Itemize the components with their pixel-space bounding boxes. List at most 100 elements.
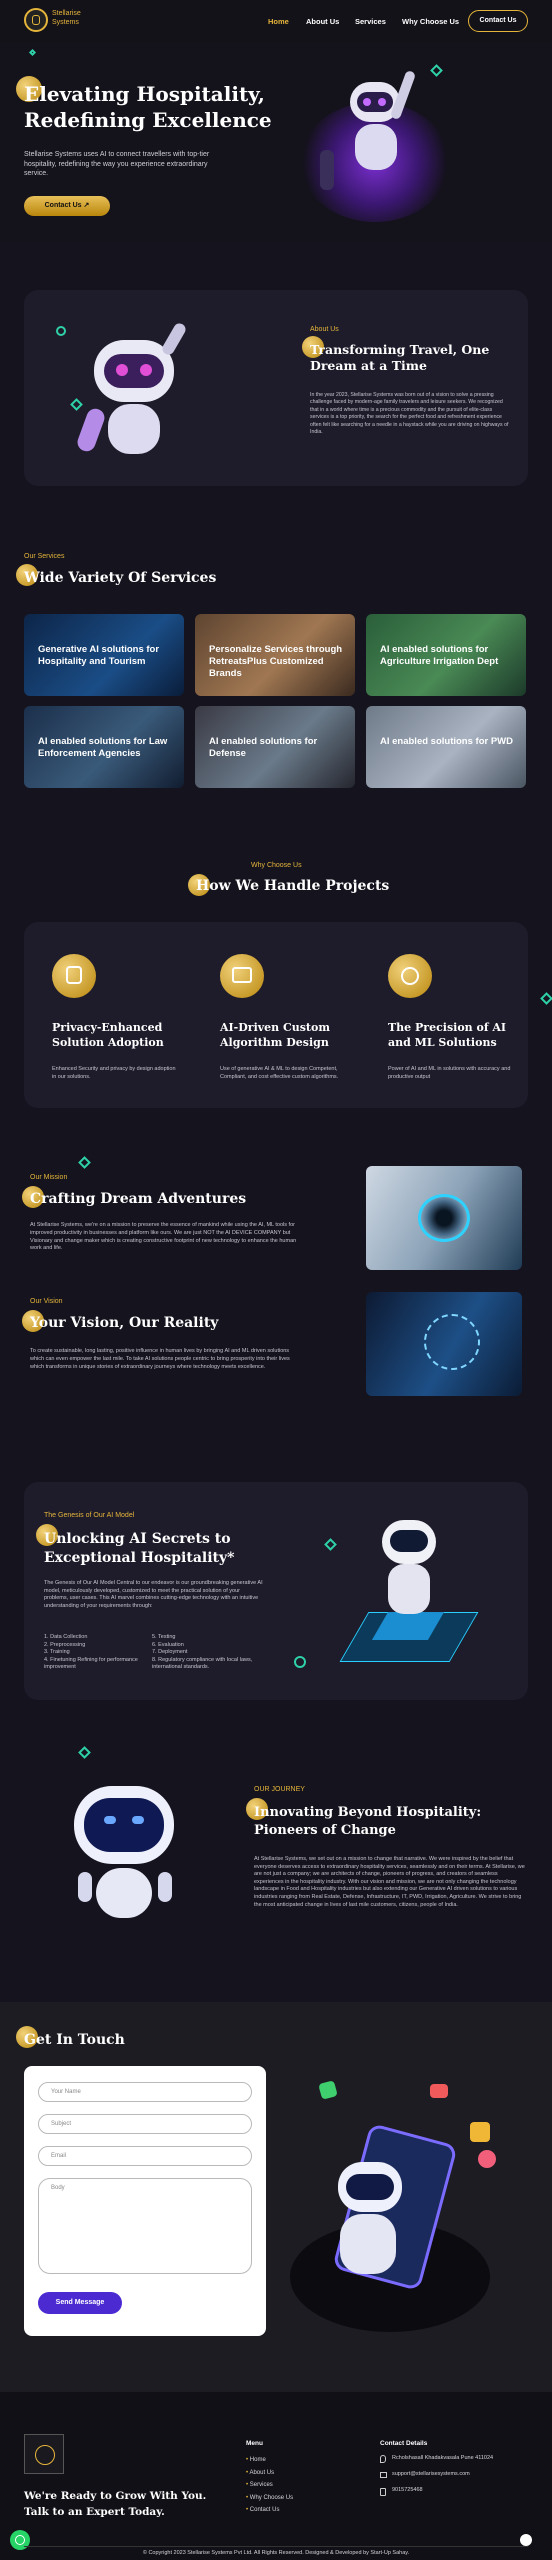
contact-section: Get In Touch Your Name Subject Email Bod… — [0, 2002, 552, 2392]
service-label: AI enabled solutions for PWD — [380, 736, 514, 747]
decor-ring — [294, 1656, 306, 1668]
name-field[interactable]: Your Name — [38, 2082, 252, 2102]
list-item: 8. Regulatory compliance with local laws… — [152, 1656, 253, 1671]
whatsapp-icon[interactable] — [10, 2530, 30, 2550]
contact-form: Your Name Subject Email Body Send Messag… — [24, 2066, 266, 2336]
service-card-retreatsplus[interactable]: Personalize Services through RetreatsPlu… — [195, 614, 355, 696]
nav-home[interactable]: Home — [268, 17, 289, 26]
vision-text: To create sustainable, long lasting, pos… — [30, 1348, 290, 1370]
about-section: About Us Transforming Travel, One Dream … — [24, 290, 528, 486]
genesis-robot-chip-illustration — [324, 1502, 494, 1682]
brand-line2: Systems — [52, 19, 79, 26]
genesis-eyebrow: The Genesis of Our AI Model — [44, 1512, 135, 1519]
footer-menu-label: About Us — [249, 2469, 275, 2476]
about-text: In the year 2023, Stellarise Systems was… — [310, 392, 509, 436]
vision-eyebrow: Our Vision — [30, 1298, 63, 1305]
service-card-hospitality[interactable]: Generative AI solutions for Hospitality … — [24, 614, 184, 696]
subject-field[interactable]: Subject — [38, 2114, 252, 2134]
footer-menu: • Home • About Us • Services • Why Choos… — [246, 2454, 293, 2517]
genesis-list-right: 5. Testing 6. Evaluation 7. Deployment 8… — [152, 1634, 264, 1672]
why-eyebrow: Why Choose Us — [251, 862, 302, 869]
why-card-text: Use of generative AI & ML to design Comp… — [220, 1066, 339, 1080]
why-card-title: Privacy-Enhanced Solution Adoption — [52, 1021, 164, 1049]
footer-copyright: © Copyright 2023 Stellarise Systems Pvt … — [142, 2550, 410, 2556]
nav-about[interactable]: About Us — [306, 17, 339, 26]
journey-robot-illustration — [70, 1772, 180, 1932]
footer-details-title: Contact Details — [380, 2440, 428, 2447]
genesis-text: The Genesis of Our AI Model Central to o… — [44, 1580, 263, 1609]
footer-email[interactable]: support@stellarisesystems.com — [392, 2471, 470, 2477]
journey-title: Innovating Beyond Hospitality: Pioneers … — [254, 1805, 482, 1838]
footer-phone[interactable]: 9015725468 — [392, 2487, 423, 2493]
service-label: AI enabled solutions for Law Enforcement… — [38, 736, 168, 759]
footer-tagline-line1: We're Ready to Grow With You. — [24, 2490, 207, 2502]
send-message-button[interactable]: Send Message — [38, 2292, 122, 2314]
nav-services[interactable]: Services — [355, 17, 386, 26]
mail-icon — [380, 2472, 387, 2478]
services-eyebrow: Our Services — [24, 553, 65, 560]
footer-menu-contact[interactable]: • Contact Us — [246, 2504, 293, 2517]
mission-text: At Stellarise Systems, we're on a missio… — [30, 1222, 297, 1252]
brand-line1: Stellarise — [52, 10, 81, 17]
service-card-law-enforcement[interactable]: AI enabled solutions for Law Enforcement… — [24, 706, 184, 788]
hero-title-line1: Elevating Hospitality, — [24, 82, 265, 106]
hero-title-line2: Redefining Excellence — [24, 108, 272, 132]
why-card-title: The Precision of AI and ML Solutions — [388, 1021, 507, 1049]
mission-eye-image — [366, 1166, 522, 1270]
nav-why[interactable]: Why Choose Us — [402, 17, 459, 26]
service-card-defense[interactable]: AI enabled solutions for Defense — [195, 706, 355, 788]
hero-robot-illustration — [290, 62, 460, 232]
footer-menu-label: Why Choose Us — [249, 2494, 294, 2501]
navbar: Stellarise Systems Home About Us Service… — [0, 0, 552, 42]
service-label: Personalize Services through RetreatsPlu… — [209, 644, 343, 679]
list-item: 1. Data Collection — [44, 1634, 88, 1640]
footer-menu-services[interactable]: • Services — [246, 2479, 293, 2492]
list-item: 2. Preprocessing — [44, 1641, 86, 1648]
about-title: Transforming Travel, One Dream at a Time — [310, 342, 490, 373]
email-field[interactable]: Email — [38, 2146, 252, 2166]
why-panel: Privacy-Enhanced Solution Adoption Enhan… — [24, 922, 528, 1108]
footer-menu-label: Contact Us — [249, 2507, 280, 2513]
logo[interactable] — [24, 8, 48, 32]
footer: We're Ready to Grow With You. Talk to an… — [0, 2392, 552, 2560]
journey-eyebrow: OUR JOURNEY — [254, 1786, 305, 1793]
mission-eyebrow: Our Mission — [30, 1174, 68, 1181]
footer-address: Rcholshasall Khadakvasala Pune 411024 — [392, 2455, 494, 2461]
footer-tagline-line2: Talk to an Expert Today. — [24, 2506, 165, 2518]
decor-ring — [56, 326, 66, 336]
genesis-title: Unlocking AI Secrets to Exceptional Hosp… — [44, 1531, 235, 1566]
decor-diamond — [28, 48, 37, 57]
scroll-top-icon[interactable] — [520, 2534, 532, 2546]
list-item: 4. Finetuning Refining for performance i… — [44, 1656, 138, 1671]
precision-icon — [388, 954, 432, 998]
footer-menu-label: Home — [249, 2457, 266, 2463]
list-item: 5. Testing — [152, 1634, 176, 1640]
why-title: How We Handle Projects — [196, 878, 390, 894]
mission-title: Crafting Dream Adventures — [30, 1191, 247, 1207]
vision-tech-image — [366, 1292, 522, 1396]
service-label: AI enabled solutions for Defense — [209, 736, 318, 759]
nav-contact-button[interactable]: Contact Us — [468, 10, 528, 32]
why-card-text: Power of AI and ML in solutions with acc… — [388, 1066, 511, 1080]
location-icon — [380, 2455, 386, 2463]
why-card-title: AI-Driven Custom Algorithm Design — [220, 1021, 330, 1049]
decor-diamond — [540, 992, 552, 1005]
list-item: 3. Training — [44, 1649, 70, 1655]
journey-text: At Stellarise Systems, we set out on a m… — [254, 1856, 525, 1908]
service-card-agriculture[interactable]: AI enabled solutions for Agriculture Irr… — [366, 614, 526, 696]
footer-menu-label: Services — [249, 2482, 273, 2488]
hero-section: Elevating Hospitality, Redefining Excell… — [0, 42, 552, 242]
footer-menu-about[interactable]: • About Us — [246, 2467, 293, 2480]
list-item: 6. Evaluation — [152, 1641, 184, 1648]
privacy-icon — [52, 954, 96, 998]
body-field[interactable]: Body — [38, 2178, 252, 2274]
contact-title: Get In Touch — [24, 2032, 125, 2048]
footer-menu-why[interactable]: • Why Choose Us — [246, 2492, 293, 2505]
hero-contact-button[interactable]: Contact Us ↗ — [24, 196, 110, 216]
footer-menu-home[interactable]: • Home — [246, 2454, 293, 2467]
service-card-pwd[interactable]: AI enabled solutions for PWD — [366, 706, 526, 788]
footer-logo[interactable] — [24, 2434, 64, 2474]
services-title: Wide Variety Of Services — [24, 570, 217, 586]
decor-diamond — [78, 1746, 91, 1759]
genesis-section: The Genesis of Our AI Model Unlocking AI… — [24, 1482, 528, 1700]
